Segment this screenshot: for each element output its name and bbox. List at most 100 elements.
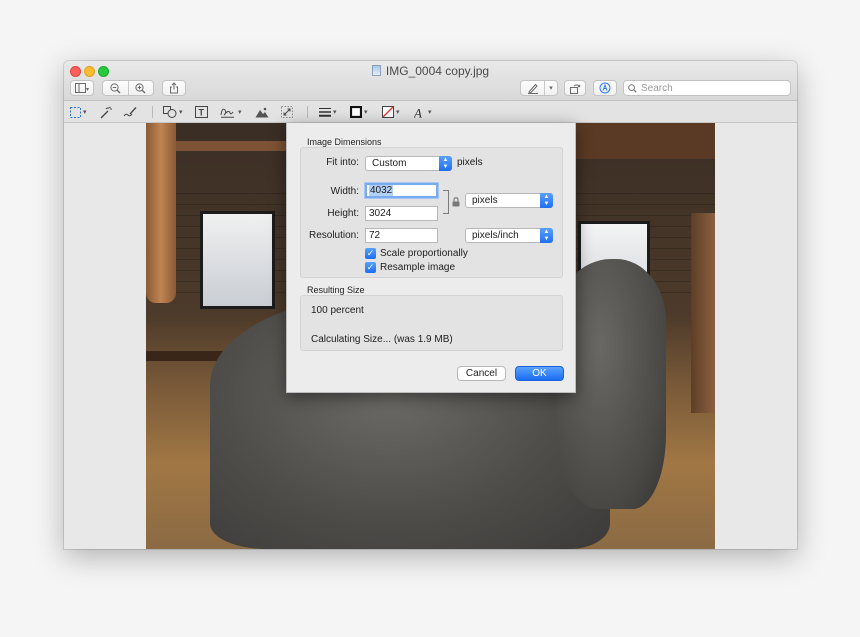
chevron-down-icon: ▾ [333,109,337,116]
rotate-icon [570,83,581,94]
share-icon [170,82,178,94]
rect-selection-icon [70,106,81,118]
markup-toolbar-button[interactable] [593,80,617,96]
checkmark-icon: ✓ [365,262,376,273]
photo-post [691,213,715,413]
chevron-down-icon: ▾ [238,109,242,116]
cancel-button[interactable]: Cancel [457,366,506,381]
sidebar-view-button[interactable]: ▾ [70,80,94,96]
height-label: Height: [327,208,359,219]
markup-divider [152,106,153,118]
fit-into-value: Custom [372,158,407,169]
text-icon: T [195,106,208,118]
shapes-icon [163,106,177,118]
chevron-down-icon: ▾ [83,109,87,116]
zoom-out-button[interactable] [103,82,128,94]
search-input[interactable] [641,82,781,94]
shapes-tool-button[interactable]: ▾ [163,104,183,120]
scale-proportionally-checkbox[interactable]: ✓ Scale proportionally [365,248,468,259]
popup-arrows-icon: ▲ ▼ [439,156,452,171]
zoom-button-group [102,80,154,96]
adjust-size-button[interactable] [281,104,293,120]
resolution-value: 72 [369,230,381,241]
resample-image-label: Resample image [380,262,456,273]
document-proxy-icon[interactable] [371,65,381,76]
resolution-unit-value: pixels/inch [472,230,519,241]
popup-arrows-icon: ▲ ▼ [540,228,553,243]
window-title-text: IMG_0004 copy.jpg [385,64,490,78]
resize-icon [281,106,293,118]
fill-color-icon [382,106,394,118]
lock-icon[interactable] [452,197,460,207]
size-unit-value: pixels [472,195,498,206]
zoom-in-icon [135,82,146,93]
share-button[interactable] [162,80,186,96]
height-field[interactable]: 3024 [365,206,438,221]
pen-tool-button[interactable] [521,83,544,94]
resulting-file-size: Calculating Size... (was 1.9 MB) [311,334,453,345]
title-bar: IMG_0004 copy.jpg ▾ ▾ [64,61,797,101]
photo-window-left [200,211,275,309]
adjust-color-icon [255,107,269,117]
pen-button-group: ▾ [520,80,558,96]
text-tool-button[interactable]: T [195,104,208,120]
pen-menu-button[interactable]: ▾ [545,84,557,92]
resolution-label: Resolution: [308,230,359,241]
fill-color-button[interactable]: ▾ [382,104,400,120]
resample-image-checkbox[interactable]: ✓ Resample image [365,262,455,273]
width-label: Width: [330,186,359,197]
chevron-down-icon: ▾ [428,109,432,116]
resulting-size-heading: Resulting Size [307,285,365,295]
resulting-size-group: 100 percent Calculating Size... (was 1.9… [300,295,563,351]
border-color-icon [350,106,362,118]
checkmark-icon: ✓ [365,248,376,259]
sidebar-toggle-icon: ▾ [75,83,89,93]
sign-tool-button[interactable]: ▾ [220,104,242,120]
svg-text:A: A [414,106,422,119]
fit-into-unit: pixels [457,157,483,168]
magic-wand-icon [100,105,112,118]
instant-alpha-button[interactable] [99,104,112,120]
rotate-button[interactable] [564,80,586,96]
zoom-out-icon [110,82,121,93]
fit-into-popup[interactable]: Custom ▲ ▼ [365,156,452,171]
markup-toolbar: ▾ ▾ T ▾ ▾ ▾ ▾ A ▾ [64,101,797,123]
zoom-in-button[interactable] [129,82,154,94]
ok-button[interactable]: OK [515,366,564,381]
scale-proportionally-label: Scale proportionally [380,248,468,259]
adjust-color-button[interactable] [255,104,269,120]
size-unit-popup[interactable]: pixels ▲ ▼ [465,193,553,208]
markup-circle-icon [599,82,611,94]
markup-divider [307,106,308,118]
popup-arrows-icon: ▲ ▼ [540,193,553,208]
border-color-button[interactable]: ▾ [350,104,368,120]
proportion-link-bracket [443,190,449,214]
search-icon [628,83,637,93]
shape-style-button[interactable]: ▾ [319,104,337,120]
search-field[interactable] [623,80,791,96]
photo-tree-trunk [146,123,176,303]
resolution-field[interactable]: 72 [365,228,438,243]
dimensions-group: Fit into: Custom ▲ ▼ pixels Width: 4032 H… [300,147,563,278]
chevron-down-icon: ▾ [364,109,368,116]
sketch-icon [123,107,137,117]
resulting-percent: 100 percent [311,305,364,316]
window-title: IMG_0004 copy.jpg [64,64,797,78]
chevron-down-icon: ▾ [179,109,183,116]
signature-icon [220,108,234,118]
selection-tool-button[interactable]: ▾ [70,104,87,120]
line-style-icon [319,108,331,117]
height-value: 3024 [369,208,392,219]
sketch-tool-button[interactable] [123,104,137,120]
chevron-down-icon: ▾ [396,109,400,116]
text-style-icon: A [414,106,422,119]
pen-icon [527,83,538,94]
fit-into-label: Fit into: [326,157,359,168]
text-style-button[interactable]: A ▾ [414,104,432,120]
resolution-unit-popup[interactable]: pixels/inch ▲ ▼ [465,228,553,243]
width-field[interactable]: 4032 [365,183,438,198]
document-canvas: Image Dimensions Fit into: Custom ▲ ▼ pix… [64,123,797,549]
svg-text:▾: ▾ [86,87,89,93]
preview-window: IMG_0004 copy.jpg ▾ ▾ Search ▾ ▾ T ▾ ▾ ▾… [64,61,797,549]
svg-text:T: T [199,108,205,118]
